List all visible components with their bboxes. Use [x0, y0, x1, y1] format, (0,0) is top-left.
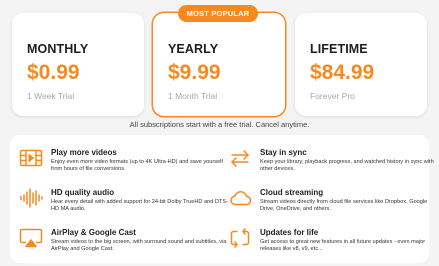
feature-description: Stream videos to the big screen, with su… [51, 239, 227, 253]
film-icon [19, 147, 43, 169]
plan-card-lifetime[interactable]: LIFETIME $84.99 Forever Pro [295, 13, 427, 116]
feature-title: Cloud streaming [260, 188, 324, 197]
updates-icon [228, 227, 252, 249]
sync-arrows-icon [228, 147, 252, 169]
features-panel: Play more videos Enjoy even more video f… [10, 135, 434, 263]
feature-description: Hear every detail with added support for… [51, 199, 228, 213]
feature-hd-quality-audio: HD quality audio Hear every detail with … [13, 183, 228, 221]
plan-trial: 1 Week Trial [27, 91, 75, 101]
feature-title: Updates for life [260, 228, 319, 237]
plan-trial: 1 Month Trial [168, 91, 218, 101]
plan-card-yearly[interactable]: YEARLY $9.99 1 Month Trial [153, 13, 285, 116]
most-popular-badge: MOST POPULAR [178, 5, 258, 22]
feature-cloud-streaming: Cloud streaming Stream videos directly f… [222, 183, 427, 221]
subscription-note: All subscriptions start with a free tria… [129, 120, 310, 129]
feature-title: Stay in sync [260, 148, 307, 157]
plan-name: MONTHLY [27, 42, 89, 56]
plan-name: YEARLY [168, 42, 219, 56]
plan-price: $84.99 [310, 61, 375, 84]
feature-description: Enjoy even more video formats (up to 4K … [51, 159, 223, 173]
feature-updates-for-life: Updates for life Get access to great new… [222, 223, 427, 261]
feature-description: Get access to great new features in all … [260, 239, 426, 253]
plan-trial: Forever Pro [310, 91, 355, 101]
plan-selector: MONTHLY $0.99 1 Week Trial YEARLY $9.99 … [12, 13, 427, 116]
feature-airplay-google-cast: AirPlay & Google Cast Stream videos to t… [13, 223, 226, 261]
plan-card-monthly[interactable]: MONTHLY $0.99 1 Week Trial [12, 13, 144, 116]
feature-stay-in-sync: Stay in sync Keep your library, playback… [222, 143, 434, 181]
feature-description: Keep your library, playback progress, an… [260, 159, 434, 173]
airplay-icon [19, 227, 43, 249]
plan-name: LIFETIME [310, 42, 368, 56]
feature-title: Play more videos [51, 148, 117, 157]
feature-description: Stream videos directly from cloud file s… [260, 199, 428, 213]
plan-price: $0.99 [27, 61, 80, 84]
feature-title: AirPlay & Google Cast [51, 228, 136, 237]
feature-play-more-videos: Play more videos Enjoy even more video f… [13, 143, 223, 181]
waveform-icon [19, 187, 43, 209]
feature-title: HD quality audio [51, 188, 115, 197]
cloud-icon [228, 187, 252, 209]
plan-price: $9.99 [168, 61, 221, 84]
